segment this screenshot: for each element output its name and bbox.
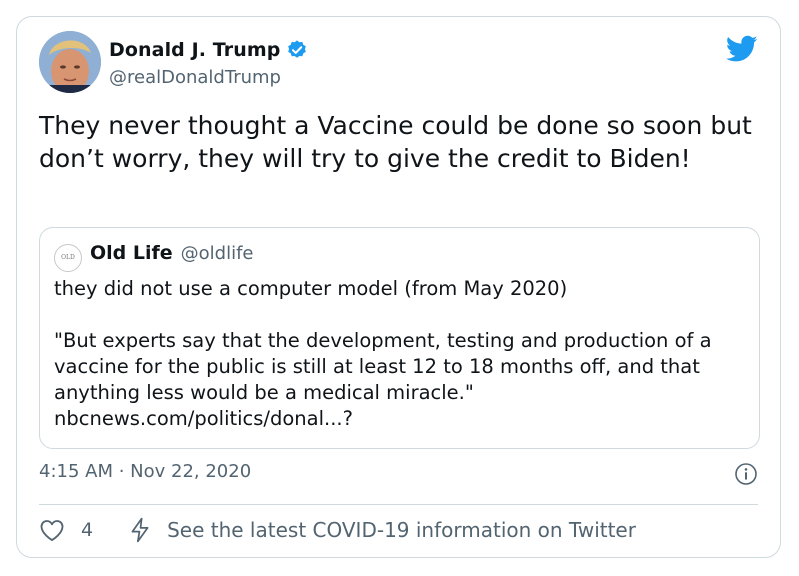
quoted-tweet[interactable]: OLD LIFE Old Life @oldlife they did not … — [39, 227, 760, 449]
tweet-timestamp[interactable]: 4:15 AM · Nov 22, 2020 — [39, 461, 251, 482]
heart-icon[interactable] — [39, 518, 65, 542]
covid-info-link[interactable]: See the latest COVID-19 information on T… — [129, 517, 636, 543]
action-bar: 4 See the latest COVID-19 information on… — [39, 517, 636, 543]
lightning-bolt-icon — [131, 517, 149, 543]
divider — [39, 504, 758, 505]
quoted-tweet-text: they did not use a computer model (from … — [54, 277, 712, 430]
verified-badge-icon — [288, 40, 307, 58]
quoted-author-name[interactable]: Old Life — [90, 242, 173, 264]
avatar-image — [39, 31, 101, 93]
tweet-card: Donald J. Trump @realDonaldTrump They ne… — [16, 16, 781, 558]
avatar[interactable] — [39, 31, 101, 93]
author-name-row: Donald J. Trump — [109, 39, 308, 61]
quoted-header: Old Life @oldlife — [90, 242, 254, 264]
like-count: 4 — [81, 519, 94, 541]
twitter-bird-icon[interactable] — [726, 35, 758, 63]
info-icon[interactable] — [734, 462, 758, 486]
tweet-text: They never thought a Vaccine could be do… — [39, 111, 752, 173]
author-name[interactable]: Donald J. Trump — [109, 39, 280, 61]
quoted-author-handle[interactable]: @oldlife — [181, 243, 254, 264]
quoted-avatar[interactable]: OLD LIFE — [54, 244, 82, 272]
covid-info-text[interactable]: See the latest COVID-19 information on T… — [167, 518, 636, 542]
author-handle[interactable]: @realDonaldTrump — [109, 67, 281, 88]
